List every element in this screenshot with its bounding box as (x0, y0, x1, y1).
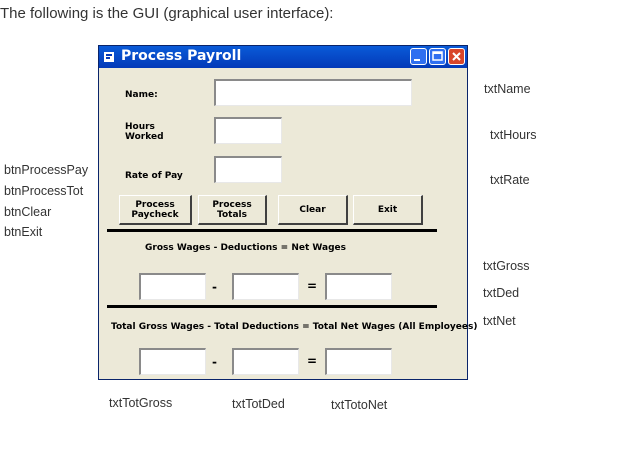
minimize-button[interactable] (410, 48, 427, 65)
maximize-button[interactable] (429, 48, 446, 65)
annotation-txtName: txtName (484, 82, 531, 96)
name-label: Name: (125, 90, 158, 100)
separator-line (107, 229, 437, 232)
clear-button[interactable]: Clear (278, 195, 348, 225)
close-button[interactable] (448, 48, 465, 65)
equals-operator: = (307, 279, 318, 293)
page-heading: The following is the GUI (graphical user… (0, 5, 334, 22)
process-totals-button[interactable]: Process Totals (198, 195, 267, 225)
annotation-txtRate: txtRate (490, 173, 530, 187)
annotation-txtHours: txtHours (490, 128, 537, 142)
hours-label: Hours Worked (125, 122, 164, 142)
annotation-btnExit: btnExit (4, 225, 43, 239)
minus-operator: - (212, 280, 217, 294)
close-icon (452, 52, 461, 61)
app-icon (104, 52, 114, 62)
net-wages-input[interactable] (325, 273, 392, 300)
gross-formula-label: Gross Wages - Deductions = Net Wages (145, 243, 346, 253)
title-bar[interactable]: Process Payroll (99, 46, 467, 68)
annotation-btnProcessPay: btnProcessPay (4, 163, 89, 177)
annotation-btnProcessTot: btnProcessTot (4, 184, 84, 198)
exit-button[interactable]: Exit (353, 195, 423, 225)
process-payroll-window: Process Payroll Name: Hours Worked Rate … (98, 45, 477, 380)
annotation-txtGross: txtGross (483, 259, 530, 273)
rate-label: Rate of Pay (125, 171, 183, 181)
minimize-icon (414, 59, 420, 61)
total-gross-input[interactable] (139, 348, 206, 375)
window-title: Process Payroll (121, 48, 242, 64)
maximize-icon (432, 51, 443, 61)
deductions-input[interactable] (232, 273, 299, 300)
separator-line (107, 305, 437, 308)
gross-wages-input[interactable] (139, 273, 206, 300)
annotation-btnClear: btnClear (4, 205, 52, 219)
annotation-txtNet: txtNet (483, 314, 516, 328)
process-paycheck-button[interactable]: Process Paycheck (119, 195, 192, 225)
equals-operator: = (307, 354, 318, 368)
annotation-txtDed: txtDed (483, 286, 520, 300)
total-net-input[interactable] (325, 348, 392, 375)
annotation-txtTotDed: txtTotDed (232, 397, 285, 411)
hours-input[interactable] (214, 117, 282, 144)
name-input[interactable] (214, 79, 412, 106)
total-deductions-input[interactable] (232, 348, 299, 375)
minus-operator: - (212, 355, 217, 369)
rate-input[interactable] (214, 156, 282, 183)
total-formula-label: Total Gross Wages - Total Deductions = T… (111, 322, 478, 332)
annotation-txtTotGross: txtTotGross (109, 396, 173, 410)
annotation-txtTotoNet: txtTotoNet (331, 398, 388, 412)
